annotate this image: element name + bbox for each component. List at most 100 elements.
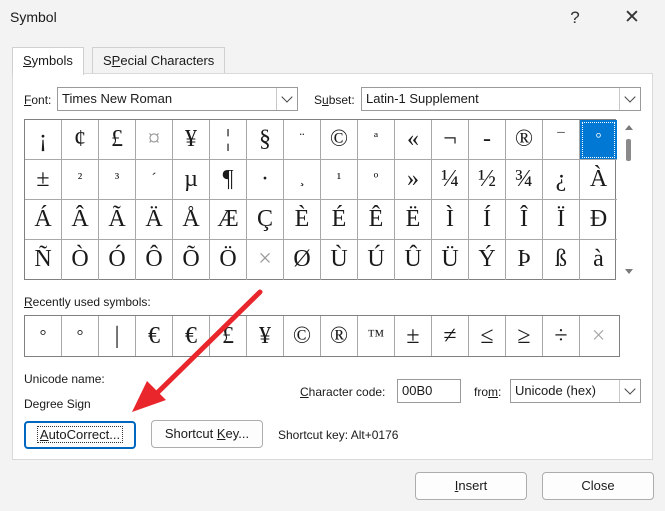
insert-button[interactable]: Insert: [415, 472, 527, 500]
recent-symbol-cell[interactable]: ™: [358, 316, 395, 356]
recent-symbol-cell[interactable]: ±: [395, 316, 432, 356]
recent-symbol-cell[interactable]: ≤: [469, 316, 506, 356]
from-select[interactable]: Unicode (hex): [510, 379, 641, 403]
symbol-cell[interactable]: à: [580, 240, 617, 280]
scrollbar-thumb[interactable]: [626, 139, 631, 161]
symbol-cell[interactable]: Î: [506, 200, 543, 240]
symbol-cell[interactable]: ¯: [543, 120, 580, 160]
scroll-down-icon[interactable]: [625, 269, 633, 274]
shortcut-key-button[interactable]: Shortcut Key...: [151, 420, 263, 448]
recent-symbol-cell[interactable]: ¥: [247, 316, 284, 356]
symbol-cell[interactable]: ¨: [284, 120, 321, 160]
character-code-input[interactable]: 00B0: [397, 379, 461, 403]
symbol-cell[interactable]: Û: [395, 240, 432, 280]
symbol-cell[interactable]: ¥: [173, 120, 210, 160]
recent-symbols-grid[interactable]: ° ° | € € £ ¥ © ® ™ ± ≠ ≤ ≥ ÷ ×: [24, 315, 620, 357]
symbol-cell[interactable]: º: [358, 160, 395, 200]
symbol-cell[interactable]: É: [321, 200, 358, 240]
recent-symbol-cell[interactable]: ÷: [543, 316, 580, 356]
symbol-cell[interactable]: Ó: [99, 240, 136, 280]
symbol-cell[interactable]: Å: [173, 200, 210, 240]
tab-special-characters[interactable]: SPecial Characters: [92, 47, 226, 74]
symbol-cell[interactable]: È: [284, 200, 321, 240]
symbol-cell[interactable]: «: [395, 120, 432, 160]
symbol-cell[interactable]: Ë: [395, 200, 432, 240]
symbol-cell[interactable]: À: [580, 160, 617, 200]
symbol-cell[interactable]: ¹: [321, 160, 358, 200]
symbol-cell[interactable]: ¦: [210, 120, 247, 160]
symbol-cell[interactable]: Ô: [136, 240, 173, 280]
symbol-cell[interactable]: Ö: [210, 240, 247, 280]
chevron-down-icon[interactable]: [619, 88, 640, 110]
symbol-cell[interactable]: ß: [543, 240, 580, 280]
symbol-cell[interactable]: ¶: [210, 160, 247, 200]
scroll-up-icon[interactable]: [625, 125, 633, 130]
symbol-cell[interactable]: Ð: [580, 200, 617, 240]
recent-symbol-cell[interactable]: |: [99, 316, 136, 356]
recent-symbol-cell[interactable]: ≠: [432, 316, 469, 356]
recent-symbol-cell[interactable]: €: [173, 316, 210, 356]
symbol-cell[interactable]: »: [395, 160, 432, 200]
symbol-cell[interactable]: ¼: [432, 160, 469, 200]
chevron-down-icon[interactable]: [619, 380, 640, 402]
symbol-cell[interactable]: ¾: [506, 160, 543, 200]
recent-symbol-cell[interactable]: °: [62, 316, 99, 356]
symbol-cell[interactable]: ©: [321, 120, 358, 160]
close-window-button[interactable]: ✕: [612, 4, 652, 32]
recent-symbol-cell[interactable]: ©: [284, 316, 321, 356]
symbol-cell[interactable]: §: [247, 120, 284, 160]
symbol-cell[interactable]: Ý: [469, 240, 506, 280]
symbol-cell[interactable]: Ä: [136, 200, 173, 240]
font-select[interactable]: Times New Roman: [57, 87, 298, 111]
chevron-down-icon[interactable]: [276, 88, 297, 110]
symbol-grid[interactable]: ¡ ¢ £ ¤ ¥ ¦ § ¨ © ª «¬ - ® ¯ ° ± ² ³ ´ µ ¶ · ¸ ¹ º» ¼ ½ ¾ ¿ À Á Â Ã Ä Å Æ Ç È…: [24, 119, 617, 280]
symbol-cell[interactable]: ½: [469, 160, 506, 200]
symbol-cell[interactable]: Ã: [99, 200, 136, 240]
symbol-cell[interactable]: ¬: [432, 120, 469, 160]
symbol-cell[interactable]: Æ: [210, 200, 247, 240]
close-button[interactable]: Close: [542, 472, 654, 500]
tab-symbols[interactable]: Symbols: [12, 47, 84, 75]
symbol-cell[interactable]: ¿: [543, 160, 580, 200]
symbol-cell[interactable]: ²: [62, 160, 99, 200]
symbol-cell[interactable]: ¢: [62, 120, 99, 160]
symbol-cell[interactable]: Ò: [62, 240, 99, 280]
subset-select[interactable]: Latin-1 Supplement: [361, 87, 641, 111]
symbol-cell[interactable]: Í: [469, 200, 506, 240]
symbol-cell[interactable]: Ñ: [25, 240, 62, 280]
symbol-cell[interactable]: Þ: [506, 240, 543, 280]
symbol-cell[interactable]: Ø: [284, 240, 321, 280]
symbol-cell[interactable]: -: [469, 120, 506, 160]
symbol-cell[interactable]: Ï: [543, 200, 580, 240]
symbol-cell[interactable]: ·: [247, 160, 284, 200]
symbol-cell[interactable]: ±: [25, 160, 62, 200]
symbol-cell[interactable]: Ü: [432, 240, 469, 280]
symbol-cell[interactable]: ´: [136, 160, 173, 200]
symbol-cell[interactable]: Ç: [247, 200, 284, 240]
recent-symbol-cell[interactable]: ®: [321, 316, 358, 356]
help-button[interactable]: ?: [555, 4, 595, 32]
recent-symbol-cell[interactable]: £: [210, 316, 247, 356]
symbol-cell[interactable]: Ê: [358, 200, 395, 240]
symbol-cell[interactable]: Â: [62, 200, 99, 240]
symbol-grid-scrollbar[interactable]: [617, 119, 641, 280]
recent-symbol-cell[interactable]: €: [136, 316, 173, 356]
symbol-cell[interactable]: ¸: [284, 160, 321, 200]
symbol-cell[interactable]: ®: [506, 120, 543, 160]
symbol-cell[interactable]: Ú: [358, 240, 395, 280]
symbol-cell[interactable]: ×: [247, 240, 284, 280]
symbol-cell[interactable]: °: [580, 120, 617, 160]
recent-symbol-cell[interactable]: ≥: [506, 316, 543, 356]
autocorrect-button[interactable]: AutoCorrect...: [24, 421, 136, 449]
recent-symbol-cell[interactable]: ×: [580, 316, 617, 356]
symbol-cell[interactable]: £: [99, 120, 136, 160]
symbol-cell[interactable]: ¡: [25, 120, 62, 160]
symbol-cell[interactable]: Á: [25, 200, 62, 240]
symbol-cell[interactable]: Õ: [173, 240, 210, 280]
symbol-cell[interactable]: Ù: [321, 240, 358, 280]
symbol-cell[interactable]: µ: [173, 160, 210, 200]
symbol-cell[interactable]: ¤: [136, 120, 173, 160]
recent-symbol-cell[interactable]: °: [25, 316, 62, 356]
symbol-cell[interactable]: ³: [99, 160, 136, 200]
symbol-cell[interactable]: ª: [358, 120, 395, 160]
